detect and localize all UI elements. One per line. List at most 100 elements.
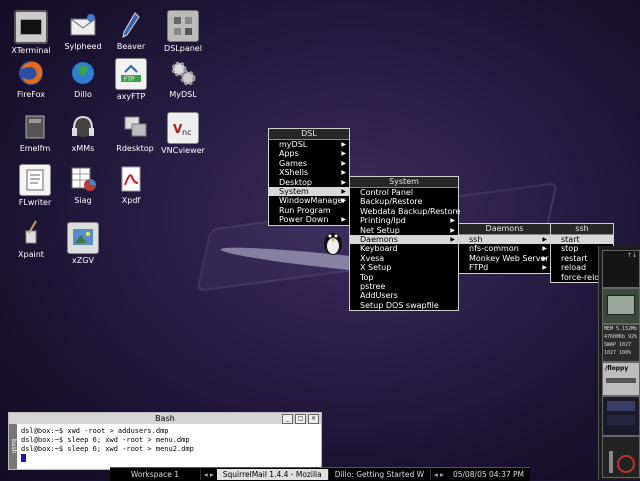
desktop-icon-dslpanel[interactable]: DSLpanel [154,10,212,53]
submenu-arrow-icon: ▶ [341,187,346,195]
image-viewer-icon [67,222,99,254]
firefox-icon [16,58,46,88]
mail-icon [68,10,98,40]
menu-item-xvesa[interactable]: Xvesa [350,254,458,263]
desktop-icon-beaver[interactable]: Beaver [102,10,160,51]
menu-item-setup-dos-swapfile[interactable]: Setup DOS swapfile [350,301,458,310]
menu-item-desktop[interactable]: Desktop ▶ [269,178,349,187]
control-panel-icon [167,10,199,42]
menu-item-x-setup[interactable]: X Setup [350,263,458,272]
workspace-label[interactable]: Workspace 1 [110,469,201,480]
desktop-icon-vncviewer[interactable]: Vnc VNCviewer [154,112,212,155]
task-squirrelmail[interactable]: SquirrelMail 1.4.4 - Mozilla [216,469,329,480]
monitor-volume[interactable] [602,436,640,478]
menu-item-label: Top [360,272,374,282]
menu-item-nfs-common[interactable]: nfs-common ▶ [459,244,550,253]
menu-item-daemons[interactable]: Daemons ▶ [350,234,458,245]
menu-item-ftpd[interactable]: FTPd ▶ [459,263,550,272]
vnc-icon: Vnc [167,112,199,144]
menu-item-top[interactable]: Top [350,273,458,282]
desktop-icon-xterminal[interactable]: XTerminal [2,10,60,55]
desktop-icon-label: xMMs [71,144,95,153]
menu-item-label: XShells [279,168,309,178]
menu-item-label: WindowManager [279,196,346,206]
menu-item-apps[interactable]: Apps ▶ [269,149,349,158]
terminal-titlebar[interactable]: Bash _ □ × [9,413,321,424]
submenu-arrow-icon: ▶ [450,217,455,225]
menu-item-label: nfs-common [469,244,519,254]
volume-slider-track[interactable] [609,451,613,473]
taskbar: Workspace 1 ◂ ▸ SquirrelMail 1.4.4 - Moz… [110,467,530,481]
svg-text:FTP: FTP [124,76,135,83]
menu-item-mydsl[interactable]: myDSL ▶ [269,140,349,149]
menu-item-pstree[interactable]: pstree [350,282,458,291]
text-cursor [21,454,26,462]
task-dillo[interactable]: Dillo: Getting Started W [329,469,432,480]
menu-item-monkey-web-server[interactable]: Monkey Web Server ▶ [459,254,550,263]
monitor-desktop-pager[interactable] [602,396,640,436]
menu-item-webdata-backup-restore[interactable]: Webdata Backup/Restore [350,207,460,216]
menu-item-label: Daemons [360,234,398,244]
pager-workspace[interactable] [607,415,635,425]
menu-item-windowmanager[interactable]: WindowManager ▶ [269,196,349,205]
menu-item-label: Apps [279,149,299,159]
maximize-button[interactable]: □ [295,414,306,424]
menu-item-addusers[interactable]: AddUsers [350,291,458,300]
menu-item-label: pstree [360,281,386,291]
cpu-lcd [607,295,635,315]
submenu-arrow-icon: ▶ [542,264,547,272]
menu-item-run-program[interactable]: Run Program [269,206,349,215]
monitor-memory-box: MEM 5.152Mb 47600Kb 92% SWAP 1027 1027 1… [602,324,640,362]
close-button[interactable]: × [308,414,319,424]
submenu-arrow-icon: ▶ [450,235,455,243]
penguin-logo-icon [324,233,342,255]
monitor-line: 1027 100% [604,350,632,356]
menu-item-power-down[interactable]: Power Down ▶ [269,215,349,224]
file-manager-icon [20,112,50,142]
svg-text:nc: nc [182,128,191,137]
minimize-button[interactable]: _ [282,414,293,424]
desktop-icon-label: Xpdf [121,196,141,205]
terminal-side-tab[interactable]: bash [9,424,17,469]
monitor-floppy[interactable]: /floppy [602,362,640,396]
menu-item-xshells[interactable]: XShells ▶ [269,168,349,177]
menu-item-ssh[interactable]: ssh ▶ [459,235,550,245]
desktop-icon-firefox[interactable]: FireFox [2,58,60,99]
menu-item-control-panel[interactable]: Control Panel [350,188,458,197]
desktop-icon-label: VNCviewer [161,146,205,155]
power-icon[interactable] [617,455,635,473]
menu-item-label: start [561,235,580,244]
menu-item-label: System [279,186,309,196]
desktop-icon-mydsl[interactable]: MyDSL [154,58,212,99]
monitor-cpu-display [602,288,640,324]
system-menu-title: System [350,177,458,188]
desktop-icon-label: axyFTP [116,92,146,101]
desktop-icon-xpdf[interactable]: Xpdf [102,164,160,205]
taskbar-left-arrow-icon[interactable]: ◂ ▸ [201,470,217,479]
bash-terminal-window[interactable]: Bash _ □ × bash dsl@box:~$ xwd -root > a… [8,412,322,470]
submenu-arrow-icon: ▶ [341,197,346,205]
taskbar-right-arrow-icon[interactable]: ◂ ▸ [431,470,447,479]
pager-workspace[interactable] [607,401,635,411]
desktop-icon-label: XTerminal [11,46,51,55]
menu-item-backup-restore[interactable]: Backup/Restore [350,197,458,206]
terminal-icon [14,10,48,44]
menu-item-printing-lpd[interactable]: Printing/lpd ▶ [350,216,458,225]
menu-item-games[interactable]: Games ▶ [269,159,349,168]
desktop-icon-xpaint[interactable]: Xpaint [2,218,60,259]
terminal-output[interactable]: dsl@box:~$ xwd -root > addusers.dmp dsl@… [17,424,321,469]
paint-icon [16,218,46,248]
menu-item-label: Net Setup [360,225,400,235]
submenu-arrow-icon: ▶ [450,226,455,234]
menu-item-ssh-start[interactable]: start [551,235,613,245]
monitor-pager[interactable]: ↑↓ [602,250,640,288]
monitor-line: SWAP 1027 [604,342,632,348]
menu-item-keyboard[interactable]: Keyboard [350,244,458,253]
system-monitor-panel: ↑↓ MEM 5.152Mb 47600Kb 92% SWAP 1027 102… [598,246,640,480]
desktop-icon-xmms[interactable]: xMMs [54,112,112,153]
desktop-icon-xzgv[interactable]: xZGV [54,222,112,265]
menu-item-system[interactable]: System ▶ [269,186,349,197]
menu-item-net-setup[interactable]: Net Setup ▶ [350,226,458,235]
submenu-arrow-icon: ▶ [341,141,346,148]
desktop-icon-axyftp[interactable]: FTP axyFTP [102,58,160,101]
